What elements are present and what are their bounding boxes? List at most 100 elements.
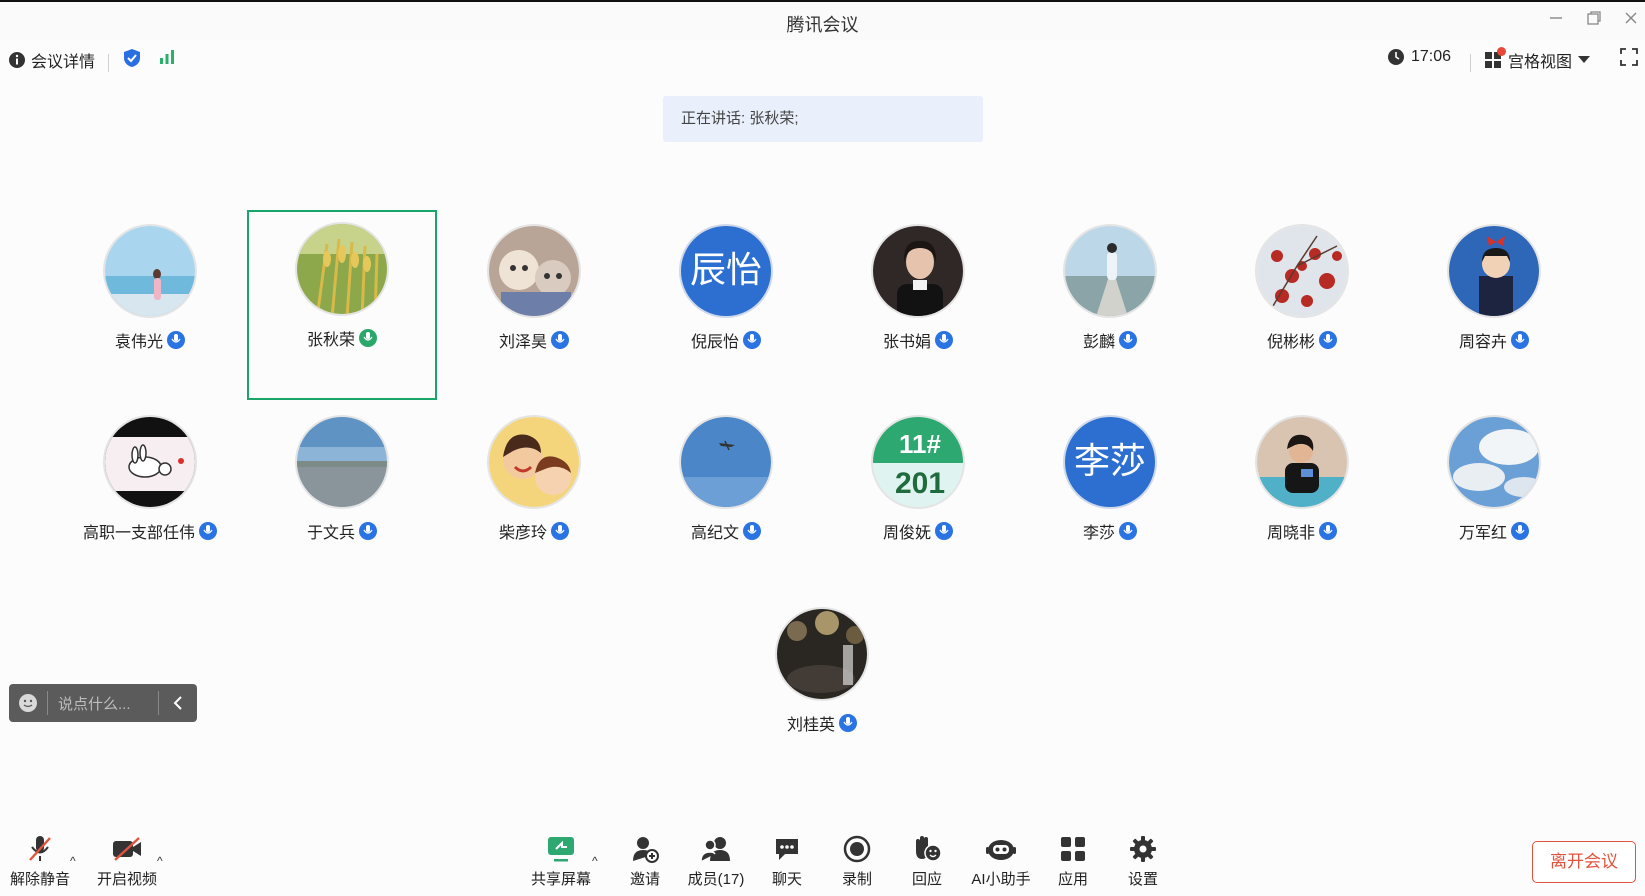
avatar — [1063, 224, 1157, 318]
react-label: 回应 — [911, 871, 942, 888]
participant-tile[interactable]: 刘泽昊 — [439, 212, 629, 402]
participant-name: 张秋荣 — [306, 332, 355, 349]
avatar — [775, 607, 869, 701]
share-screen-icon — [526, 832, 596, 866]
participant-tile[interactable]: 倪彬彬 — [1207, 212, 1397, 402]
participant-name-row: 刘桂英 — [727, 711, 917, 735]
share-screen-button[interactable]: 共享屏幕 — [526, 832, 596, 889]
participant-tile[interactable]: 袁伟光 — [55, 212, 245, 402]
chevron-down-icon — [1578, 56, 1591, 63]
participant-tile[interactable]: 李莎 李莎 — [1015, 403, 1205, 593]
camera-off-icon — [92, 832, 162, 866]
unmute-button[interactable]: 解除静音 — [5, 832, 75, 889]
participant-name-row: 柴彦玲 — [439, 519, 629, 543]
chat-bubble-icon — [752, 832, 822, 866]
share-screen-label: 共享屏幕 — [530, 871, 591, 888]
avatar — [103, 224, 197, 318]
react-button[interactable]: 回应 — [892, 832, 962, 889]
fullscreen-icon[interactable] — [1620, 48, 1638, 66]
participant-tile[interactable]: 刘桂英 — [727, 595, 917, 785]
participant-tile[interactable]: 周容卉 — [1399, 212, 1589, 402]
participant-tile[interactable]: 高纪文 — [631, 403, 821, 593]
start-video-label: 开启视频 — [96, 871, 157, 888]
clock-icon — [1388, 49, 1404, 65]
restore-icon[interactable] — [1583, 10, 1605, 32]
view-switch-button[interactable]: 宫格视图 — [1484, 47, 1591, 72]
participant-tile[interactable]: 高职一支部任伟 — [55, 403, 245, 593]
record-icon — [822, 832, 892, 866]
participant-tile[interactable]: 11# 201 周俊妩 — [823, 403, 1013, 593]
chat-input-placeholder[interactable]: 说点什么... — [48, 693, 158, 714]
share-options-caret[interactable]: ^ — [592, 854, 598, 868]
leave-meeting-button[interactable]: 离开会议 — [1532, 841, 1636, 883]
settings-button[interactable]: 设置 — [1108, 832, 1178, 889]
avatar — [103, 415, 197, 509]
participant-name-row: 袁伟光 — [55, 328, 245, 352]
participant-tile[interactable]: 万军红 — [1399, 403, 1589, 593]
avatar-initials: 李莎 — [1063, 415, 1157, 509]
apps-label: 应用 — [1057, 871, 1088, 888]
meeting-details-label: 会议详情 — [31, 54, 96, 71]
audio-options-caret[interactable]: ^ — [70, 854, 76, 868]
chat-button[interactable]: 聊天 — [752, 832, 822, 889]
emoji-icon[interactable] — [9, 684, 47, 722]
participant-name-row: 彭麟 — [1015, 328, 1205, 352]
members-button[interactable]: 成员(17) — [681, 832, 751, 889]
participant-name-row: 张秋荣 — [249, 326, 435, 350]
chat-quick-input[interactable]: 说点什么... — [9, 684, 197, 722]
window-title: 腾讯会议 — [786, 15, 859, 35]
participant-name-row: 刘泽昊 — [439, 328, 629, 352]
participant-name-row: 周俊妩 — [823, 519, 1013, 543]
mic-icon — [935, 331, 953, 349]
record-label: 录制 — [841, 871, 872, 888]
participant-name-row: 周容卉 — [1399, 328, 1589, 352]
participant-name-row: 倪辰怡 — [631, 328, 821, 352]
ai-robot-icon — [966, 832, 1036, 866]
participant-name: 李莎 — [1082, 525, 1115, 542]
participant-name: 万军红 — [1458, 525, 1507, 542]
settings-label: 设置 — [1127, 871, 1158, 888]
avatar-room-number: 11# 201 — [871, 415, 965, 509]
participant-name-row: 万军红 — [1399, 519, 1589, 543]
view-label: 宫格视图 — [1508, 54, 1573, 71]
invite-button[interactable]: 邀请 — [610, 832, 680, 889]
mic-icon — [1119, 522, 1137, 540]
participant-name: 刘桂英 — [786, 717, 835, 734]
participant-name: 袁伟光 — [114, 334, 163, 351]
meeting-details-button[interactable]: 会议详情 — [8, 48, 95, 72]
mic-icon — [743, 522, 761, 540]
avatar-initials: 辰怡 — [679, 224, 773, 318]
participant-tile-active-speaker[interactable]: 张秋荣 — [247, 210, 437, 400]
network-signal-icon[interactable] — [158, 48, 176, 66]
participant-tile[interactable]: 于文兵 — [247, 403, 437, 593]
mic-icon — [1319, 331, 1337, 349]
record-button[interactable]: 录制 — [822, 832, 892, 889]
participant-tile[interactable]: 周晓非 — [1207, 403, 1397, 593]
apps-button[interactable]: 应用 — [1038, 832, 1108, 889]
unmute-label: 解除静音 — [9, 871, 70, 888]
ai-assistant-button[interactable]: AI小助手 — [966, 832, 1036, 889]
mic-icon — [743, 331, 761, 349]
participant-name-row: 高职一支部任伟 — [55, 519, 245, 543]
meeting-timer: 17:06 — [1387, 48, 1451, 66]
participant-name: 周晓非 — [1266, 525, 1315, 542]
mic-speaking-icon — [359, 329, 377, 347]
mic-icon — [839, 714, 857, 732]
participant-tile[interactable]: 张书娟 — [823, 212, 1013, 402]
security-shield-icon[interactable] — [122, 48, 142, 68]
participant-tile[interactable]: 彭麟 — [1015, 212, 1205, 402]
minimize-icon[interactable] — [1545, 10, 1567, 32]
mic-icon — [167, 331, 185, 349]
mic-icon — [1511, 331, 1529, 349]
chevron-left-icon[interactable] — [159, 684, 197, 722]
participant-tile[interactable]: 辰怡 倪辰怡 — [631, 212, 821, 402]
start-video-button[interactable]: 开启视频 — [92, 832, 162, 889]
chat-label: 聊天 — [771, 871, 802, 888]
participant-tile[interactable]: 柴彦玲 — [439, 403, 629, 593]
video-options-caret[interactable]: ^ — [157, 854, 163, 868]
reaction-hand-icon — [892, 832, 962, 866]
apps-grid-icon — [1038, 832, 1108, 866]
participant-name-row: 张书娟 — [823, 328, 1013, 352]
close-icon[interactable] — [1620, 10, 1642, 32]
mic-icon — [1511, 522, 1529, 540]
